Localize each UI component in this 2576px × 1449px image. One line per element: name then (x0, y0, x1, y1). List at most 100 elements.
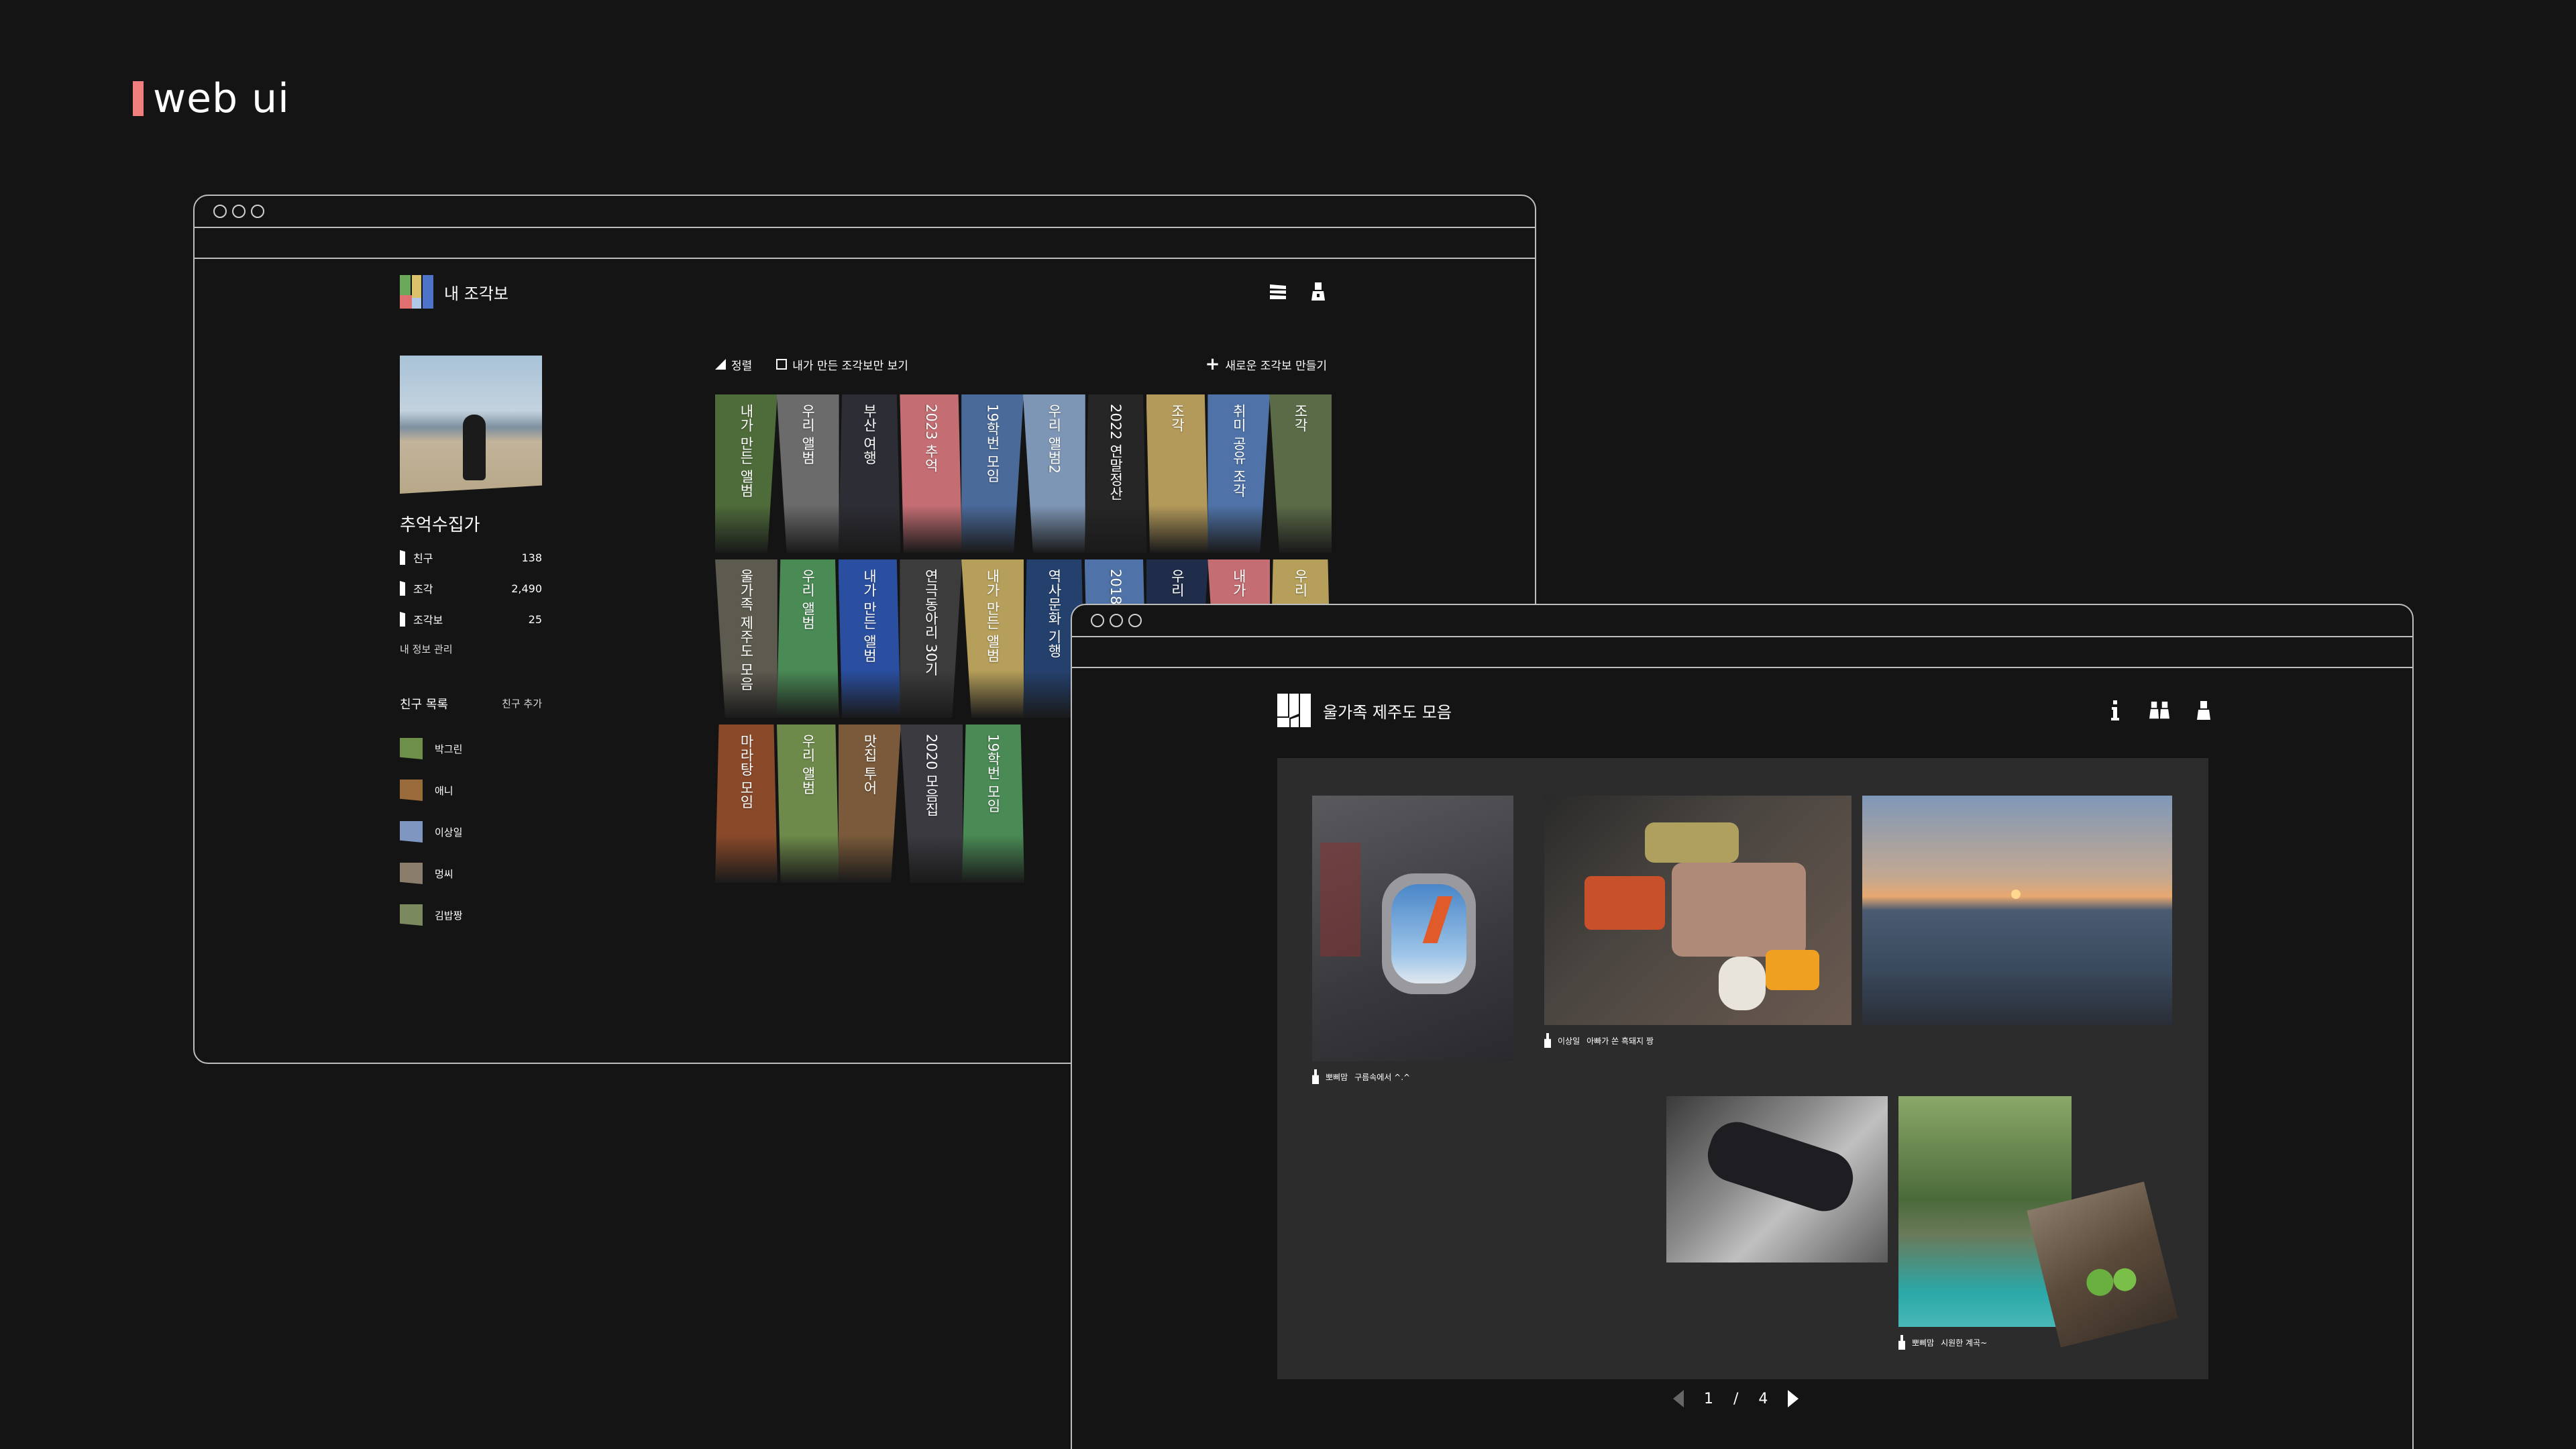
album-title: 우리 (1169, 569, 1185, 597)
album-title: 우리 앨범 (800, 734, 816, 795)
page-title-text: web ui (153, 75, 290, 122)
album-title: 조각 (1169, 404, 1185, 432)
album-name: 울가족 제주도 모음 (1323, 702, 1452, 722)
photo-caption: 이상일 아빠가 쏜 흑돼지 짱 (1544, 1033, 1654, 1048)
album-title: 우리 앨범 (800, 404, 816, 465)
manage-profile-link[interactable]: 내 정보 관리 (400, 642, 542, 656)
title-accent-bar (133, 81, 144, 116)
sort-icon (715, 359, 726, 370)
album-detail-window: 울가족 제주도 모음 뽀삐맘 구름속에서 ^.^ 이상일 아빠가 쏜 흑돼지 짱… (1071, 604, 2414, 1449)
album-tile[interactable]: 내가 만든 앨범 (961, 559, 1024, 718)
page-separator: / (1733, 1390, 1739, 1407)
friend-item[interactable]: 애니 (400, 780, 542, 801)
album-tile[interactable]: 우리 앨범 (776, 559, 839, 718)
stat-pieces[interactable]: 조각 2,490 (400, 580, 542, 596)
pagination: 1 / 4 (1673, 1390, 1799, 1407)
stat-friends[interactable]: 친구 138 (400, 549, 542, 566)
friend-item[interactable]: 멍씨 (400, 863, 542, 884)
album-title: 2022 연말정산 (1108, 404, 1124, 501)
friend-name: 이상일 (435, 826, 463, 839)
add-friend-link[interactable]: 친구 추가 (502, 695, 542, 712)
album-title: 2023 추억 (922, 404, 939, 473)
window-maximize-dot[interactable] (251, 205, 264, 218)
album-tile[interactable]: 연극동아리 30기 (900, 559, 963, 718)
window-close-dot[interactable] (213, 205, 227, 218)
photo-gimbap-foil[interactable] (1666, 1096, 1888, 1263)
page-title: web ui (133, 75, 290, 122)
profile-photo[interactable] (400, 356, 542, 494)
photo-caption: 뽀삐맘 시원한 계곡~ (1898, 1335, 1987, 1350)
window-minimize-dot[interactable] (232, 205, 246, 218)
album-row: 내가 만든 앨범 우리 앨범 부산 여행 2023 추억 19학번 모임 우리 앨범2 20… (715, 394, 1332, 553)
photo-board: 뽀삐맘 구름속에서 ^.^ 이상일 아빠가 쏜 흑돼지 짱 뽀삐맘 시원한 계곡… (1277, 758, 2208, 1379)
album-tile[interactable]: 19학번 모임 (961, 394, 1024, 553)
total-pages: 4 (1758, 1390, 1768, 1407)
album-tile[interactable]: 2023 추억 (900, 394, 963, 553)
friend-avatar (400, 904, 423, 926)
album-tile[interactable]: 우리 앨범 (776, 394, 839, 553)
friend-name: 애니 (435, 784, 453, 797)
next-page-button[interactable] (1788, 1390, 1799, 1407)
app-name: 내 조각보 (444, 284, 508, 303)
album-tile[interactable]: 2022 연말정산 (1084, 394, 1147, 553)
group-icon[interactable] (2149, 700, 2169, 720)
album-title: 19학번 모임 (984, 404, 1001, 483)
photo-sunset-sea[interactable] (1862, 796, 2172, 1025)
photo-author: 이상일 (1558, 1036, 1580, 1046)
stat-value: 138 (521, 551, 542, 564)
friend-avatar (400, 863, 423, 884)
friend-item[interactable]: 박그린 (400, 738, 542, 759)
stat-albums[interactable]: 조각보 25 (400, 611, 542, 627)
prev-page-button[interactable] (1673, 1390, 1684, 1407)
app-logo[interactable]: 내 조각보 (400, 275, 508, 309)
album-tile[interactable]: 마라탕 모임 (715, 724, 777, 883)
album-tile[interactable]: 조각 (1269, 394, 1332, 553)
friends-list: 박그린애니이상일멍씨김밥짱 (400, 738, 542, 926)
album-tile[interactable]: 내가 만든 앨범 (838, 559, 901, 718)
plus-icon: + (1205, 354, 1220, 374)
album-tile[interactable]: 내가 만든 앨범 (715, 394, 777, 553)
photo-caption-text: 아빠가 쏜 흑돼지 짱 (1587, 1036, 1654, 1046)
album-tile[interactable]: 부산 여행 (838, 394, 901, 553)
album-tile[interactable]: 맛집 투어 (839, 724, 901, 883)
sort-label: 정렬 (731, 359, 753, 373)
photo-bbq-grill[interactable] (1544, 796, 1851, 1025)
window-address-bar[interactable] (1072, 637, 2412, 668)
album-tile[interactable]: 2020 모음집 (900, 724, 963, 883)
album-title: 내가 만든 앨범 (984, 569, 1001, 663)
stat-value: 2,490 (511, 582, 542, 595)
friend-name: 멍씨 (435, 867, 453, 880)
album-tile[interactable]: 19학번 모임 (962, 724, 1024, 883)
album-title: 울가족 제주도 모음 (738, 569, 755, 691)
album-title: 우리 앨범2 (1046, 404, 1063, 474)
album-tile[interactable]: 우리 앨범 (777, 724, 839, 883)
friend-item[interactable]: 이상일 (400, 821, 542, 843)
album-title: 마라탕 모임 (738, 734, 755, 809)
window-maximize-dot[interactable] (1128, 614, 1142, 627)
person-icon[interactable] (2194, 700, 2214, 720)
checkbox-icon[interactable] (776, 359, 788, 370)
sort-button[interactable]: 정렬 (715, 356, 752, 373)
album-toolbar: 정렬 내가 만든 조각보만 보기 + 새로운 조각보 만들기 (715, 356, 1327, 373)
new-album-button[interactable]: + 새로운 조각보 만들기 (1205, 356, 1327, 373)
window-address-bar[interactable] (195, 228, 1535, 259)
album-tile[interactable]: 울가족 제주도 모음 (715, 559, 777, 718)
window-close-dot[interactable] (1091, 614, 1104, 627)
window-minimize-dot[interactable] (1110, 614, 1123, 627)
album-title: 19학번 모임 (985, 734, 1002, 813)
user-icon[interactable] (1308, 282, 1328, 302)
window-titlebar (195, 196, 1535, 228)
mine-only-label: 내가 만든 조각보만 보기 (792, 359, 908, 373)
friends-title: 친구 목록 (400, 698, 448, 712)
album-tile[interactable]: 취미 공유 조각 (1208, 394, 1271, 553)
album-tile[interactable]: 우리 앨범2 (1022, 394, 1085, 553)
stat-bar-icon (400, 550, 405, 565)
album-tile[interactable]: 조각 (1146, 394, 1209, 553)
list-icon[interactable] (1268, 282, 1288, 302)
stat-bar-icon (400, 612, 405, 627)
friend-name: 김밥짱 (435, 909, 463, 922)
mine-only-toggle[interactable]: 내가 만든 조각보만 보기 (776, 356, 908, 373)
info-icon[interactable] (2105, 700, 2125, 720)
photo-airplane-window[interactable] (1312, 796, 1513, 1061)
friend-item[interactable]: 김밥짱 (400, 904, 542, 926)
